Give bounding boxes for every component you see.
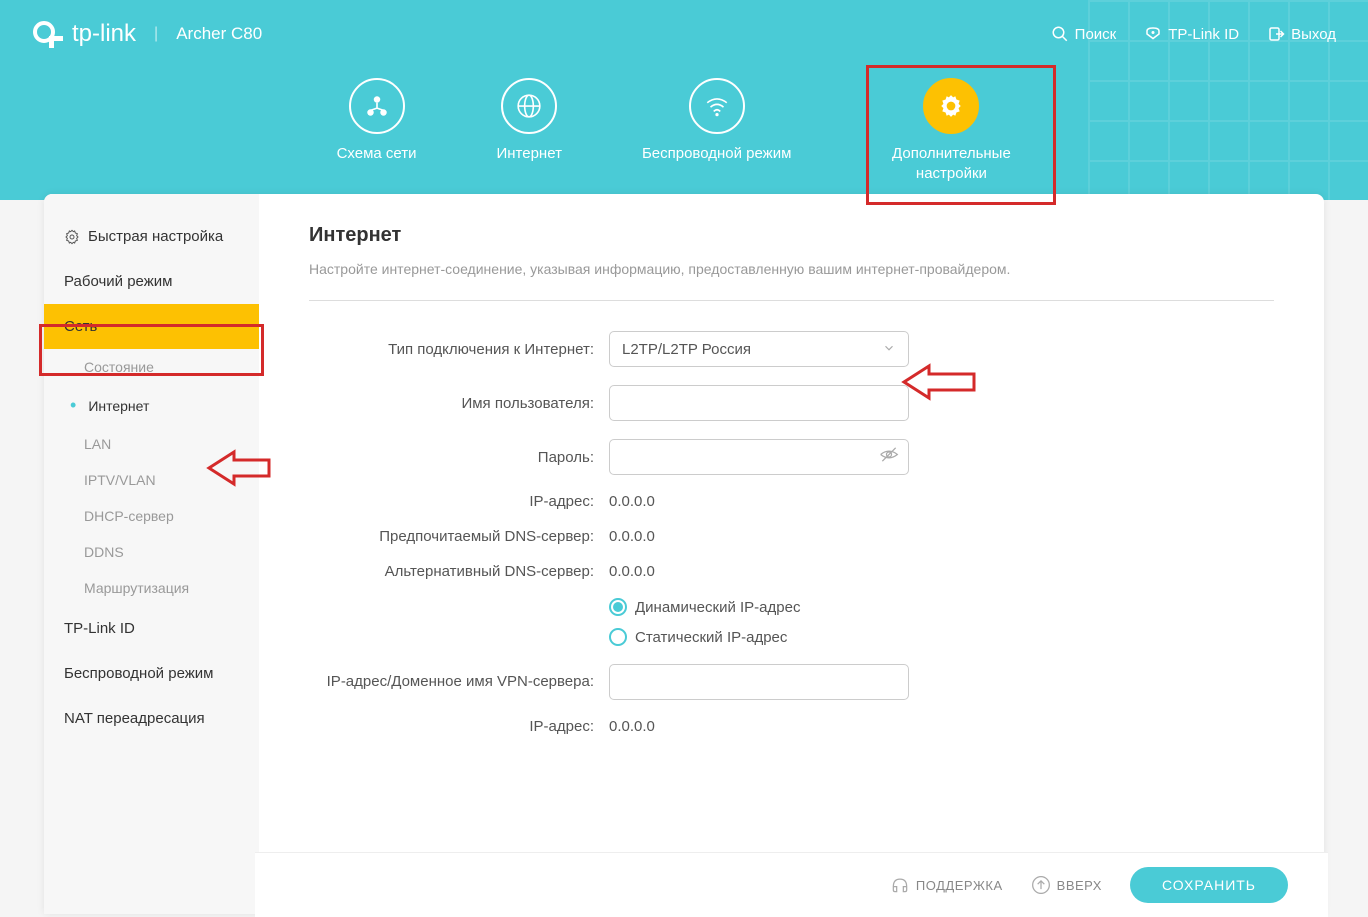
logout-label: Выход <box>1291 26 1336 43</box>
tab-schema[interactable]: Схема сети <box>337 78 417 183</box>
top-bar: tp-link | Archer C80 Поиск TP-Link ID Вы… <box>0 0 1368 68</box>
wifi-icon <box>689 78 745 134</box>
wireless-sidebar-label: Беспроводной режим <box>64 665 213 682</box>
sidebar-item-network[interactable]: Сеть <box>44 304 259 349</box>
arrow-up-icon <box>1031 875 1051 895</box>
brand-divider: | <box>154 25 158 43</box>
main-content: Интернет Настройте интернет-соединение, … <box>259 194 1324 914</box>
logout-icon <box>1267 25 1285 43</box>
radio-static[interactable]: Статический IP-адрес <box>609 628 800 646</box>
logout-button[interactable]: Выход <box>1267 25 1336 43</box>
tplinkid-button[interactable]: TP-Link ID <box>1144 25 1239 43</box>
save-button[interactable]: СОХРАНИТЬ <box>1130 867 1288 903</box>
sidebar-item-mode[interactable]: Рабочий режим <box>44 259 259 304</box>
tab-advanced-label: Дополнительные настройки <box>871 144 1031 183</box>
ip-mode-radio-group: Динамический IP-адрес Статический IP-адр… <box>609 598 800 646</box>
tab-wireless[interactable]: Беспроводной режим <box>642 78 791 183</box>
top-actions: Поиск TP-Link ID Выход <box>1051 25 1336 43</box>
search-button[interactable]: Поиск <box>1051 25 1117 43</box>
row-dns2: Альтернативный DNS-сервер: 0.0.0.0 <box>309 563 1274 580</box>
schema-icon <box>349 78 405 134</box>
divider-line <box>309 300 1274 301</box>
tab-schema-label: Схема сети <box>337 144 417 164</box>
vpn-label: IP-адрес/Доменное имя VPN-сервера: <box>309 672 609 692</box>
gear-icon <box>923 78 979 134</box>
dns2-label: Альтернативный DNS-сервер: <box>309 563 609 580</box>
tplinkid-label: TP-Link ID <box>1168 26 1239 43</box>
sidebar-sub-dhcp[interactable]: DHCP-сервер <box>44 498 259 534</box>
top-label: ВВЕРХ <box>1057 878 1102 893</box>
support-label: ПОДДЕРЖКА <box>916 878 1003 893</box>
tab-advanced[interactable]: Дополнительные настройки <box>871 78 1031 183</box>
chevron-down-icon <box>882 341 896 358</box>
ip2-label: IP-адрес: <box>309 718 609 735</box>
row-username: Имя пользователя: <box>309 385 1274 421</box>
search-label: Поиск <box>1075 26 1117 43</box>
nat-sidebar-label: NAT переадресация <box>64 710 205 727</box>
brand-logo: tp-link <box>32 18 136 50</box>
brand-text: tp-link <box>72 20 136 48</box>
conn-type-select[interactable]: L2TP/L2TP Россия <box>609 331 909 367</box>
radio-static-label: Статический IP-адрес <box>635 629 787 646</box>
row-ip: IP-адрес: 0.0.0.0 <box>309 493 1274 510</box>
sidebar-sub-iptv[interactable]: IPTV/VLAN <box>44 462 259 498</box>
conn-type-value: L2TP/L2TP Россия <box>622 341 751 358</box>
sidebar-sub-lan[interactable]: LAN <box>44 426 259 462</box>
top-link[interactable]: ВВЕРХ <box>1031 875 1102 895</box>
dns2-value: 0.0.0.0 <box>609 563 655 580</box>
row-vpn: IP-адрес/Доменное имя VPN-сервера: <box>309 664 1274 700</box>
sidebar-sub-ddns[interactable]: DDNS <box>44 534 259 570</box>
ip-label: IP-адрес: <box>309 493 609 510</box>
tplinkid-icon <box>1144 25 1162 43</box>
sidebar-sub-routing[interactable]: Маршрутизация <box>44 570 259 606</box>
tplinkid-sidebar-label: TP-Link ID <box>64 620 135 637</box>
quicksetup-label: Быстрая настройка <box>88 228 223 245</box>
tplink-logo-icon <box>32 18 64 50</box>
nav-tabs: Схема сети Интернет Беспроводной режим Д… <box>0 68 1368 183</box>
password-input[interactable] <box>609 439 909 475</box>
tab-internet[interactable]: Интернет <box>496 78 561 183</box>
radio-dynamic[interactable]: Динамический IP-адрес <box>609 598 800 616</box>
radio-dynamic-label: Динамический IP-адрес <box>635 599 800 616</box>
dns1-value: 0.0.0.0 <box>609 528 655 545</box>
search-icon <box>1051 25 1069 43</box>
tab-wireless-label: Беспроводной режим <box>642 144 791 164</box>
sidebar-item-nat[interactable]: NAT переадресация <box>44 696 259 741</box>
row-ip-mode: Динамический IP-адрес Статический IP-адр… <box>309 598 1274 646</box>
model-name: Archer C80 <box>176 24 262 44</box>
conn-type-label: Тип подключения к Интернет: <box>309 341 609 358</box>
footer: ПОДДЕРЖКА ВВЕРХ СОХРАНИТЬ <box>255 852 1328 917</box>
mode-label: Рабочий режим <box>64 273 172 290</box>
sidebar-item-tplinkid[interactable]: TP-Link ID <box>44 606 259 651</box>
headset-icon <box>890 875 910 895</box>
page-description: Настройте интернет-соединение, указывая … <box>309 259 1274 280</box>
radio-static-circle <box>609 628 627 646</box>
ip2-value: 0.0.0.0 <box>609 718 655 735</box>
row-dns1: Предпочитаемый DNS-сервер: 0.0.0.0 <box>309 528 1274 545</box>
globe-icon <box>501 78 557 134</box>
row-conn-type: Тип подключения к Интернет: L2TP/L2TP Ро… <box>309 331 1274 367</box>
content-wrap: Быстрая настройка Рабочий режим Сеть Сос… <box>44 194 1324 914</box>
header: tp-link | Archer C80 Поиск TP-Link ID Вы… <box>0 0 1368 200</box>
row-ip2: IP-адрес: 0.0.0.0 <box>309 718 1274 735</box>
tab-internet-label: Интернет <box>496 144 561 164</box>
sidebar-sub-status[interactable]: Состояние <box>44 349 259 385</box>
sidebar: Быстрая настройка Рабочий режим Сеть Сос… <box>44 194 259 914</box>
sidebar-sub-internet[interactable]: Интернет <box>44 385 259 426</box>
username-label: Имя пользователя: <box>309 395 609 412</box>
radio-dynamic-circle <box>609 598 627 616</box>
ip-value: 0.0.0.0 <box>609 493 655 510</box>
support-link[interactable]: ПОДДЕРЖКА <box>890 875 1003 895</box>
vpn-input[interactable] <box>609 664 909 700</box>
eye-icon[interactable] <box>879 445 899 470</box>
page-title: Интернет <box>309 224 1274 247</box>
username-input[interactable] <box>609 385 909 421</box>
row-password: Пароль: <box>309 439 1274 475</box>
network-label: Сеть <box>64 318 97 335</box>
quicksetup-icon <box>64 229 80 245</box>
sidebar-item-quicksetup[interactable]: Быстрая настройка <box>44 214 259 259</box>
dns1-label: Предпочитаемый DNS-сервер: <box>309 528 609 545</box>
sidebar-item-wireless[interactable]: Беспроводной режим <box>44 651 259 696</box>
password-label: Пароль: <box>309 449 609 466</box>
